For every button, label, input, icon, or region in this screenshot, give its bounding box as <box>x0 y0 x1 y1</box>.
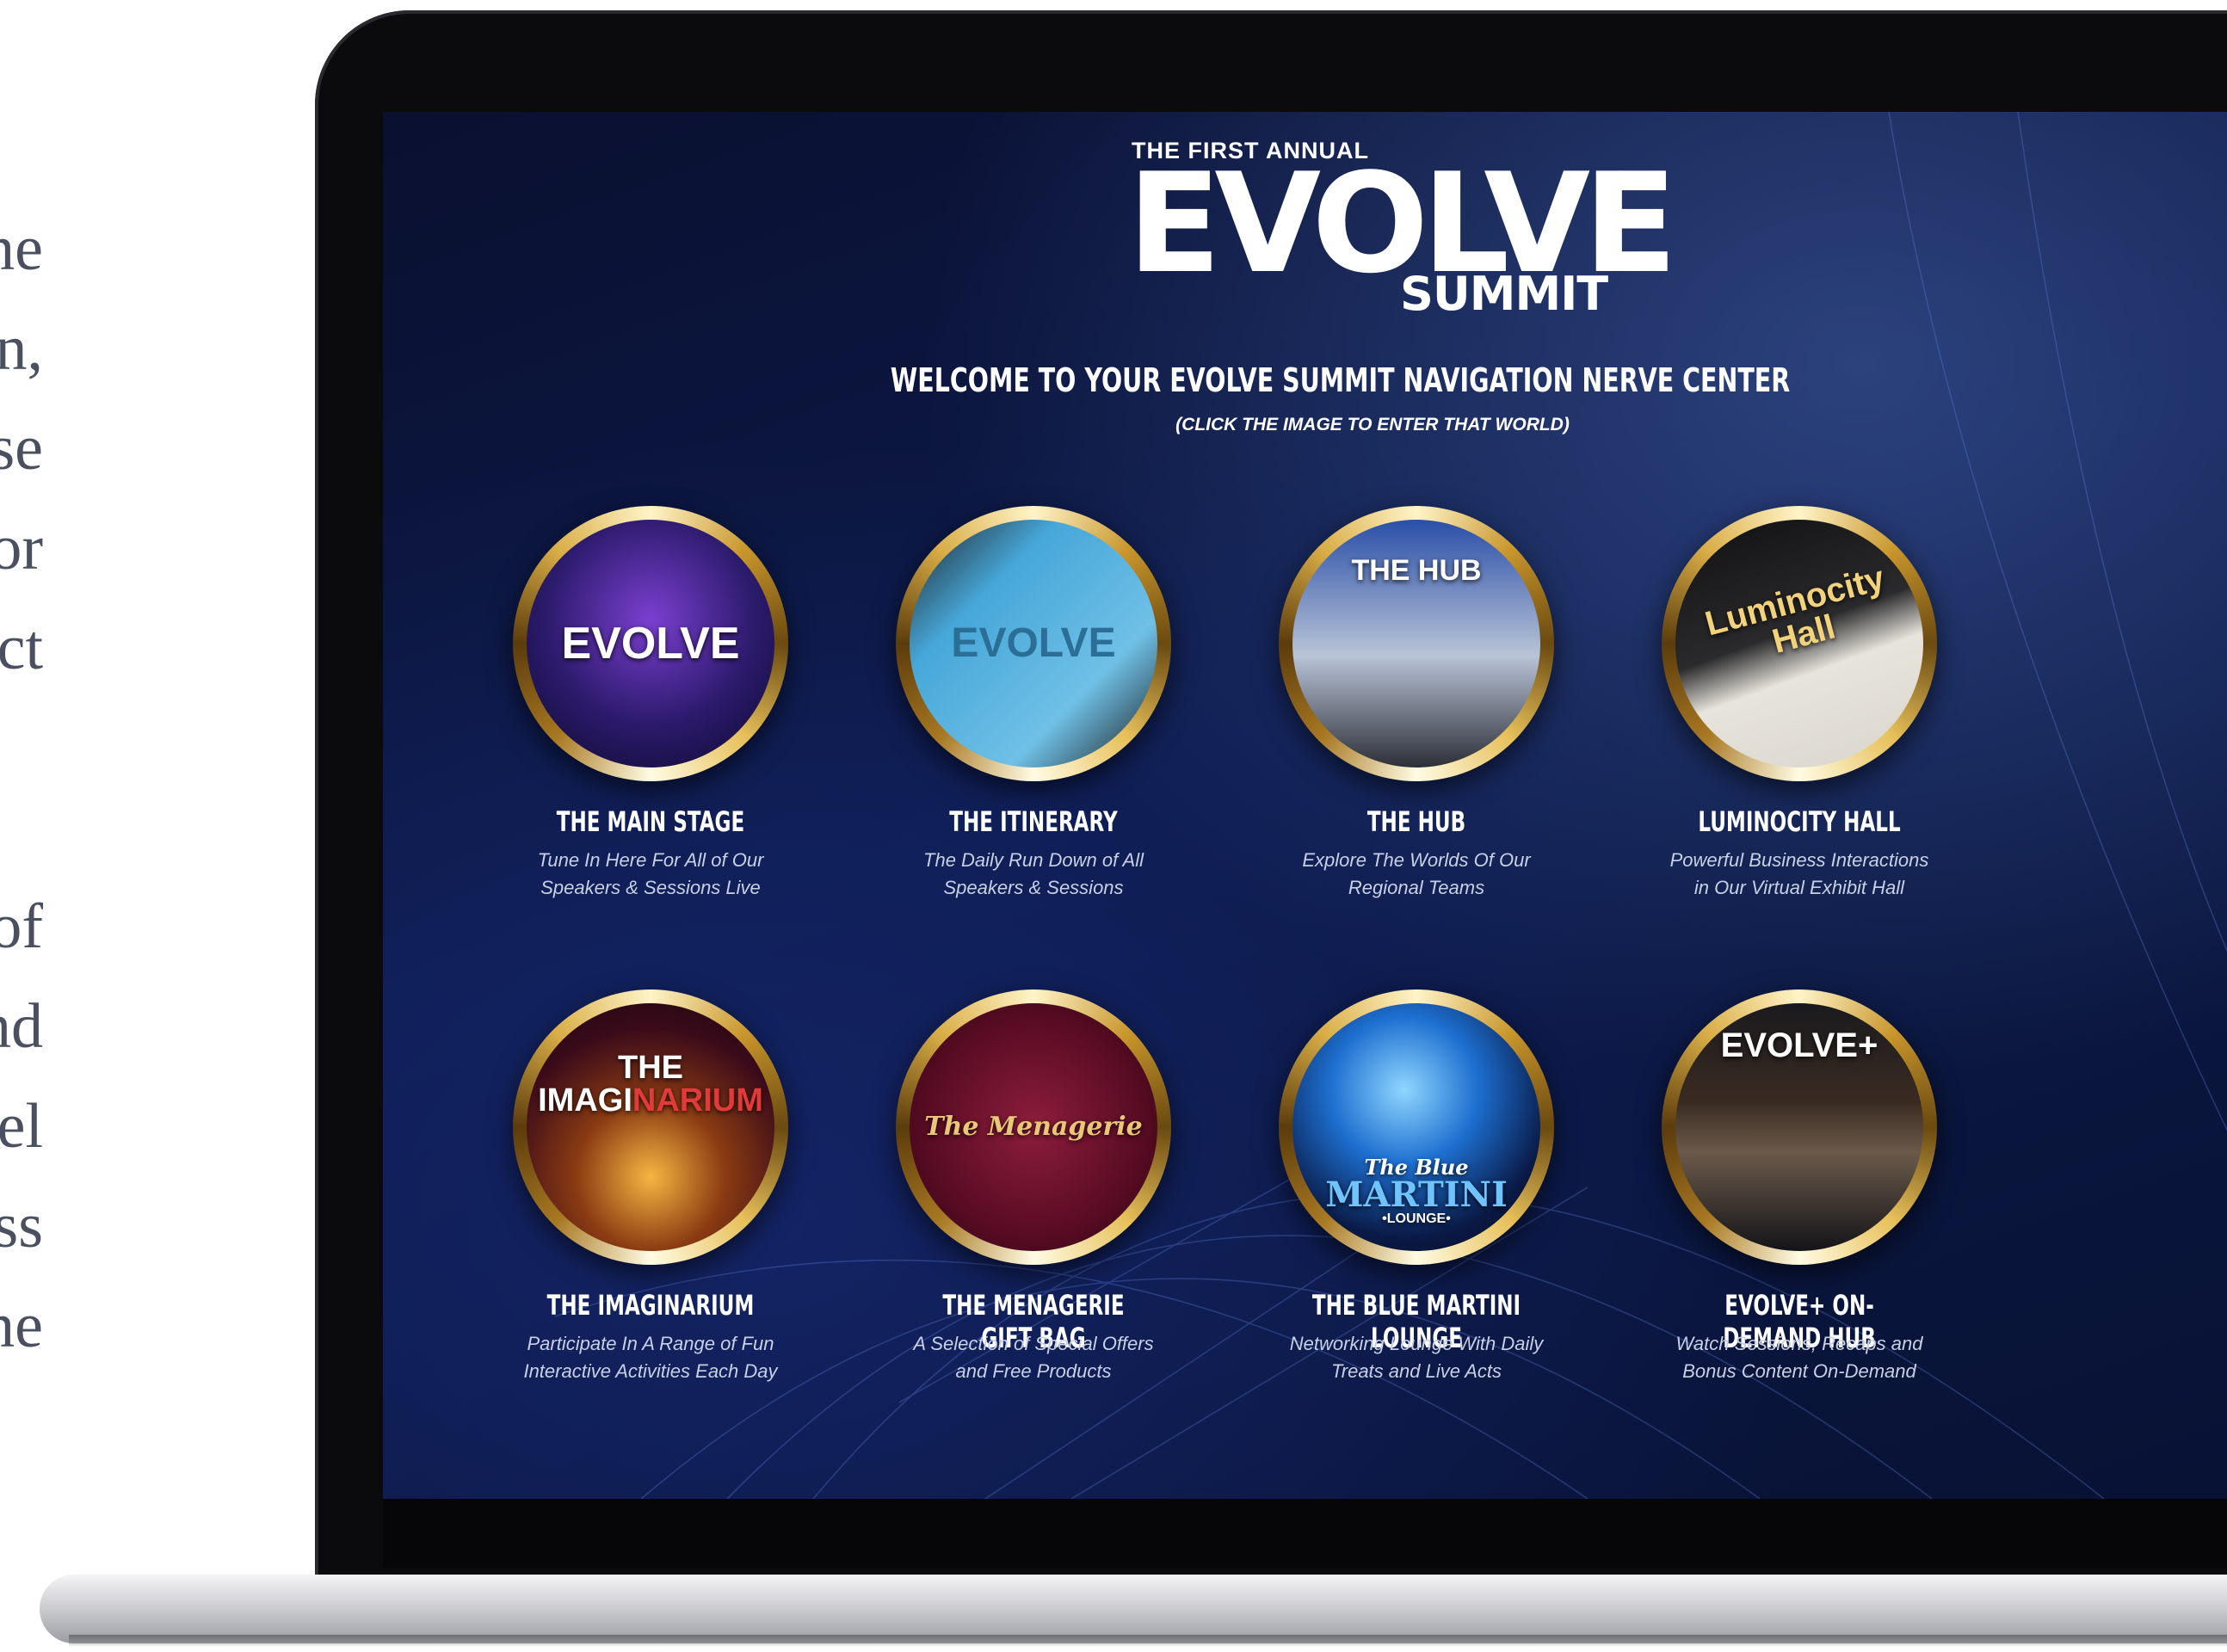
tile-description-line: and Free Products <box>955 1360 1112 1382</box>
tile-description-line: Treats and Live Acts <box>1330 1360 1502 1382</box>
tile-description-line: Participate In A Range of Fun <box>527 1333 774 1354</box>
imaginarium-image: THE IMAGINARIUM <box>527 1003 774 1251</box>
side-text-column: ne n, se or ct of nd el ss ne <box>0 0 69 1652</box>
tile-description-line: Regional Teams <box>1348 877 1485 898</box>
tile-title: THE MAIN STAGE <box>556 805 745 838</box>
side-text-line: of <box>0 891 43 962</box>
logo-subtitle: SUMMIT <box>1400 267 1608 321</box>
gift-bag-image: The Menagerie <box>910 1003 1157 1251</box>
tile-description: Watch Sessions, Recaps and Bonus Content… <box>1619 1330 1980 1385</box>
tile-description-line: Bonus Content On-Demand <box>1682 1360 1916 1382</box>
welcome-heading: WELCOME TO YOUR EVOLVE SUMMIT NAVIGATION… <box>890 361 1791 399</box>
itinerary-image-label: EVOLVE <box>951 620 1116 666</box>
tile-title: THE IMAGINARIUM <box>546 1289 755 1322</box>
laptop-base <box>40 1575 2227 1643</box>
laptop-base-shadow <box>69 1635 2227 1647</box>
tile-description: Explore The Worlds Of Our Regional Teams <box>1236 847 1597 902</box>
tile-description: The Daily Run Down of All Speakers & Ses… <box>853 847 1214 902</box>
side-text-line: n, <box>0 313 43 384</box>
side-text-line: ne <box>0 1291 43 1361</box>
martini-label-line: MARTINI <box>1325 1174 1508 1215</box>
tile-description: Participate In A Range of Fun Interactiv… <box>470 1330 831 1385</box>
luminocity-hall-image: Luminocity Hall <box>1675 520 1923 767</box>
tile-description-line: A Selection of Special Offers <box>913 1333 1154 1354</box>
tile-description-line: Powerful Business Interactions <box>1669 849 1929 871</box>
imaginarium-image-label: THE IMAGINARIUM <box>538 1051 763 1117</box>
hub-link[interactable]: THE HUB <box>1279 506 1554 781</box>
itinerary-image: EVOLVE <box>910 520 1157 767</box>
itinerary-link[interactable]: EVOLVE <box>896 506 1171 781</box>
hub-image-label: THE HUB <box>1351 554 1482 587</box>
imaginarium-label-part: NARIUM <box>632 1082 763 1119</box>
tile-description-line: The Daily Run Down of All <box>923 849 1144 871</box>
side-text-line: ss <box>0 1191 43 1261</box>
tile-description: Networking Lounge With Daily Treats and … <box>1236 1330 1597 1385</box>
side-text-line: se <box>0 413 43 484</box>
tile-description: Powerful Business Interactions in Our Vi… <box>1619 847 1980 902</box>
martini-image-label: The Blue MARTINI •LOUNGE• <box>1325 1157 1508 1226</box>
imaginarium-label-part: IMAGI <box>538 1082 632 1119</box>
luminocity-hall-link[interactable]: Luminocity Hall <box>1662 506 1937 781</box>
side-text-line: el <box>0 1091 43 1162</box>
on-demand-image: EVOLVE+ <box>1675 1003 1923 1251</box>
imaginarium-link[interactable]: THE IMAGINARIUM <box>513 989 788 1265</box>
evolve-plus-on-demand-link[interactable]: EVOLVE+ <box>1662 989 1937 1265</box>
menagerie-gift-bag-link[interactable]: The Menagerie <box>896 989 1171 1265</box>
tile-title: THE HUB <box>1366 805 1466 838</box>
main-stage-image-label: EVOLVE <box>561 619 740 669</box>
welcome-instruction: (CLICK THE IMAGE TO ENTER THAT WORLD) <box>1175 415 1570 435</box>
on-demand-image-label: EVOLVE+ <box>1720 1026 1878 1064</box>
side-text-line: or <box>0 513 43 583</box>
tile-description-line: Explore The Worlds Of Our <box>1302 849 1531 871</box>
martini-image: The Blue MARTINI •LOUNGE• <box>1292 1003 1540 1251</box>
imaginarium-label-line: IMAGINARIUM <box>538 1084 763 1117</box>
main-stage-link[interactable]: EVOLVE <box>513 506 788 781</box>
imaginarium-label-line: THE <box>617 1050 683 1086</box>
hub-image: THE HUB <box>1292 520 1540 767</box>
tile-description: Tune In Here For All of Our Speakers & S… <box>470 847 831 902</box>
tile-description-line: Speakers & Sessions <box>943 877 1124 898</box>
tile-description-line: Interactive Activities Each Day <box>523 1360 778 1382</box>
tile-description: A Selection of Special Offers and Free P… <box>853 1330 1214 1385</box>
tile-description-line: Watch Sessions, Recaps and <box>1675 1333 1923 1354</box>
luminocity-hall-image-label: Luminocity Hall <box>1701 558 1889 662</box>
tile-title: THE ITINERARY <box>949 805 1118 838</box>
tile-description-line: Tune In Here For All of Our <box>537 849 764 871</box>
tile-title: LUMINOCITY HALL <box>1698 805 1901 838</box>
tile-description-line: Networking Lounge With Daily <box>1289 1333 1544 1354</box>
side-text-line: nd <box>0 991 43 1062</box>
tile-description-line: in Our Virtual Exhibit Hall <box>1693 877 1905 898</box>
gift-bag-image-label: The Menagerie <box>924 1112 1143 1142</box>
side-text-line: ne <box>0 213 43 284</box>
laptop-screen: THE FIRST ANNUAL EVOLVE SUMMIT WELCOME T… <box>383 112 2227 1499</box>
laptop-bezel-bottom <box>383 1499 2227 1568</box>
side-text-line: ct <box>0 613 43 683</box>
tile-description-line: Speakers & Sessions Live <box>540 877 761 898</box>
blue-martini-lounge-link[interactable]: The Blue MARTINI •LOUNGE• <box>1279 989 1554 1265</box>
main-stage-image: EVOLVE <box>527 520 774 767</box>
